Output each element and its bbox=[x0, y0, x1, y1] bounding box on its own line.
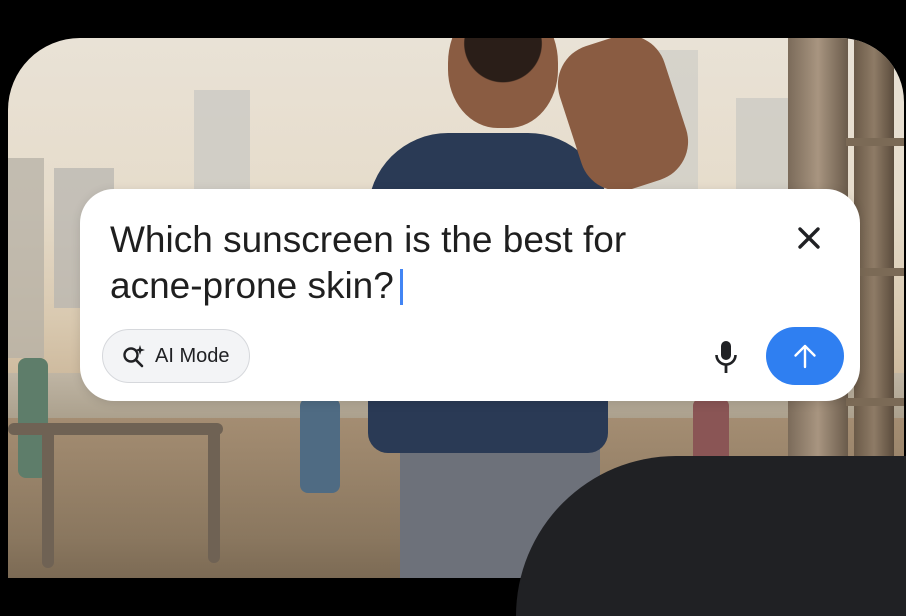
microphone-icon bbox=[715, 341, 737, 373]
close-button[interactable] bbox=[794, 223, 824, 253]
railing bbox=[208, 423, 220, 563]
arrow-up-icon bbox=[794, 344, 816, 369]
search-sparkle-icon bbox=[123, 345, 145, 368]
voice-search-button[interactable] bbox=[708, 339, 744, 375]
person-head bbox=[448, 38, 558, 128]
railing bbox=[8, 423, 223, 435]
pole-bar bbox=[846, 138, 904, 146]
railing bbox=[42, 428, 54, 568]
text-caret bbox=[399, 269, 403, 305]
pole-bar bbox=[846, 398, 904, 406]
search-card: Which sunscreen is the best for acne-pro… bbox=[80, 189, 860, 401]
query-line-2: acne-prone skin? bbox=[110, 263, 750, 309]
query-line-1: Which sunscreen is the best for bbox=[110, 219, 627, 260]
pole bbox=[854, 38, 894, 458]
ai-mode-label: AI Mode bbox=[155, 344, 230, 367]
pedestrian bbox=[300, 398, 340, 493]
ai-mode-button[interactable]: AI Mode bbox=[102, 329, 251, 383]
close-icon bbox=[798, 227, 820, 249]
send-button[interactable] bbox=[766, 327, 844, 385]
building bbox=[8, 158, 44, 358]
query-line-2-text: acne-prone skin? bbox=[110, 265, 394, 306]
search-input[interactable]: Which sunscreen is the best for acne-pro… bbox=[110, 217, 750, 309]
